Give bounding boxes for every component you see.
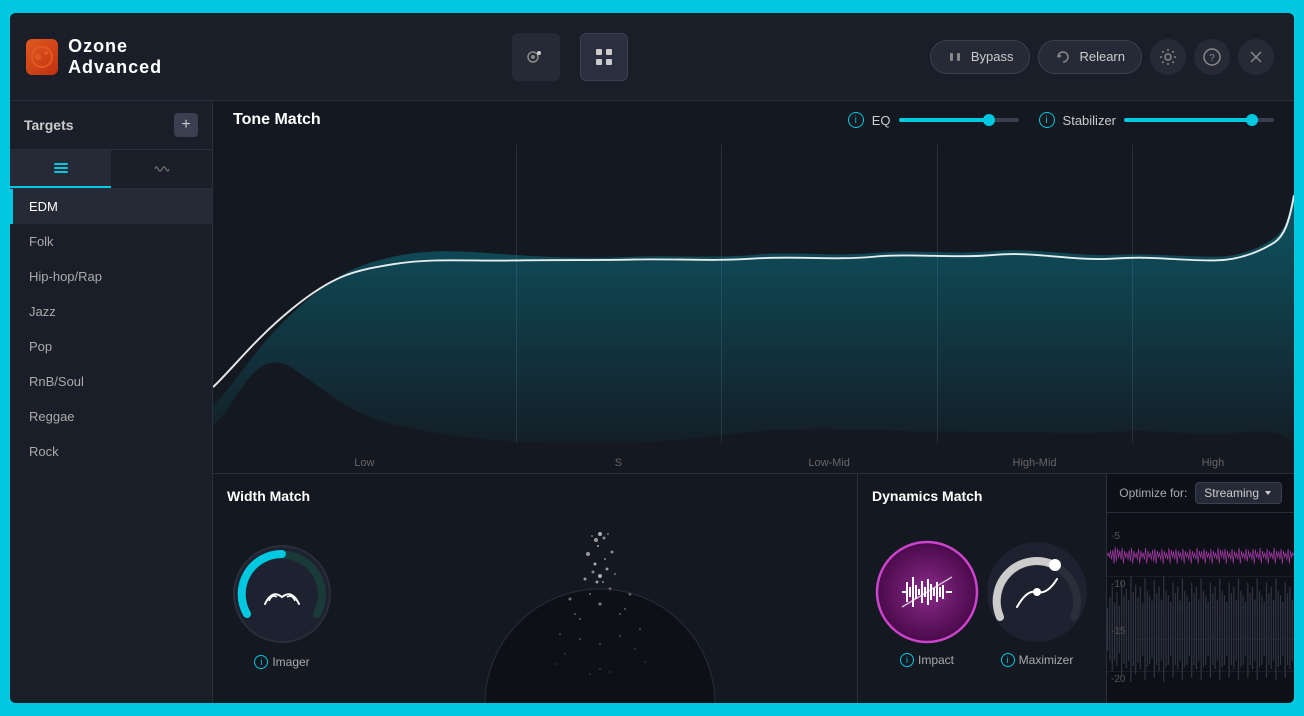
stabilizer-info-icon[interactable]: i	[1039, 112, 1055, 128]
freq-labels-row: Low S Low-Mid High-Mid High	[213, 457, 1294, 469]
freq-chart	[213, 145, 1294, 443]
ozone-logo-icon	[26, 39, 58, 75]
sidebar-item-pop[interactable]: Pop	[10, 329, 212, 364]
sidebar-item-folk[interactable]: Folk	[10, 224, 212, 259]
logo-title: Ozone Advanced	[68, 36, 210, 78]
sidebar-item-jazz[interactable]: Jazz	[10, 294, 212, 329]
maximizer-label: Maximizer	[1019, 653, 1074, 667]
header: Ozone Advanced	[10, 13, 1294, 101]
freq-label-s: S	[516, 457, 721, 469]
impact-info-icon[interactable]: i	[900, 653, 914, 667]
grid-button[interactable]	[580, 33, 628, 81]
dynamics-match-panel: Dynamics Match	[858, 474, 1107, 703]
eq-control-group: i EQ	[848, 112, 1019, 128]
impact-knob-area: i Impact	[872, 537, 982, 667]
visualizer-button[interactable]	[512, 33, 560, 81]
eq-label: EQ	[872, 113, 891, 128]
freq-label-high: High	[1132, 457, 1294, 469]
impact-label: Impact	[918, 653, 954, 667]
dynamics-match-title: Dynamics Match	[872, 488, 1092, 504]
optimize-label: Optimize for:	[1119, 486, 1187, 500]
sidebar-item-hiphop[interactable]: Hip-hop/Rap	[10, 259, 212, 294]
waveform-content: -5 -10 -15 -20	[1107, 513, 1294, 703]
sidebar-item-jazz-label: Jazz	[29, 304, 56, 319]
tone-match-controls: i EQ i Stabilizer	[848, 112, 1274, 128]
bypass-button[interactable]: Bypass	[930, 40, 1031, 74]
width-match-panel: Width Match	[213, 474, 858, 703]
bottom-panels: Width Match	[213, 473, 1294, 703]
help-button[interactable]: ?	[1194, 39, 1230, 75]
imager-label: Imager	[272, 655, 309, 669]
width-match-content: i Imager	[227, 514, 843, 694]
maximizer-info-icon[interactable]: i	[1001, 653, 1015, 667]
sidebar-tab-list[interactable]	[10, 150, 111, 188]
streaming-select[interactable]: Streaming	[1195, 482, 1282, 504]
eq-info-icon[interactable]: i	[848, 112, 864, 128]
sidebar-tab-waveform[interactable]	[111, 150, 212, 188]
maximizer-knob[interactable]	[982, 537, 1092, 647]
imager-label-area: i Imager	[254, 655, 309, 669]
sidebar-item-rnbsoul-label: RnB/Soul	[29, 374, 84, 389]
maximizer-label-area: i Maximizer	[1001, 653, 1074, 667]
sidebar-list: EDM Folk Hip-hop/Rap Jazz Pop RnB/Soul	[10, 189, 212, 703]
sidebar-item-rock-label: Rock	[29, 444, 59, 459]
sidebar-title: Targets	[24, 117, 74, 133]
sidebar-item-hiphop-label: Hip-hop/Rap	[29, 269, 102, 284]
app-container: Ozone Advanced	[10, 13, 1294, 703]
close-button[interactable]	[1238, 39, 1274, 75]
sidebar-item-reggae[interactable]: Reggae	[10, 399, 212, 434]
sidebar-item-reggae-label: Reggae	[29, 409, 75, 424]
stereo-visualizer	[357, 514, 843, 694]
add-icon: +	[181, 116, 190, 134]
freq-label-lowmid: Low-Mid	[721, 457, 937, 469]
logo-area: Ozone Advanced	[10, 36, 210, 78]
tone-match-header: Tone Match i EQ i Stabilizer	[213, 101, 1294, 139]
main-content: Targets +	[10, 101, 1294, 703]
impact-label-area: i Impact	[900, 653, 954, 667]
imager-knob[interactable]	[227, 539, 337, 649]
relearn-label: Relearn	[1079, 49, 1125, 64]
sidebar-item-edm[interactable]: EDM	[10, 189, 212, 224]
imager-knob-area: i Imager	[227, 539, 337, 669]
relearn-button[interactable]: Relearn	[1038, 40, 1142, 74]
imager-info-icon[interactable]: i	[254, 655, 268, 669]
stabilizer-control-group: i Stabilizer	[1039, 112, 1274, 128]
right-panel: Tone Match i EQ i Stabilizer	[213, 101, 1294, 703]
settings-button[interactable]	[1150, 39, 1186, 75]
add-target-button[interactable]: +	[174, 113, 198, 137]
logo-text: Ozone Advanced	[68, 36, 210, 78]
tone-match-title: Tone Match	[233, 111, 321, 129]
svg-text:?: ?	[1209, 53, 1215, 64]
sidebar-tabs	[10, 150, 212, 189]
sidebar-item-rnbsoul[interactable]: RnB/Soul	[10, 364, 212, 399]
waveform-header: Optimize for: Streaming	[1107, 474, 1294, 513]
tone-match-section: Tone Match i EQ i Stabilizer	[213, 101, 1294, 473]
header-center	[210, 33, 930, 81]
sidebar: Targets +	[10, 101, 213, 703]
maximizer-knob-area: i Maximizer	[982, 537, 1092, 667]
dynamics-content: i Impact	[872, 514, 1092, 689]
width-match-title: Width Match	[227, 488, 843, 504]
freq-label-low: Low	[213, 457, 516, 469]
stabilizer-label: Stabilizer	[1063, 113, 1116, 128]
waveform-panel: Optimize for: Streaming -5 -10	[1107, 474, 1294, 703]
streaming-option: Streaming	[1204, 486, 1259, 500]
freq-label-highmid: High-Mid	[937, 457, 1132, 469]
sidebar-item-folk-label: Folk	[29, 234, 54, 249]
sidebar-item-edm-label: EDM	[29, 199, 58, 214]
sidebar-header: Targets +	[10, 101, 212, 150]
sidebar-item-pop-label: Pop	[29, 339, 52, 354]
impact-knob[interactable]	[872, 537, 982, 647]
bypass-label: Bypass	[971, 49, 1014, 64]
stabilizer-slider[interactable]	[1124, 118, 1274, 122]
header-right: Bypass Relearn ?	[930, 39, 1294, 75]
eq-slider[interactable]	[899, 118, 1019, 122]
sidebar-item-rock[interactable]: Rock	[10, 434, 212, 469]
